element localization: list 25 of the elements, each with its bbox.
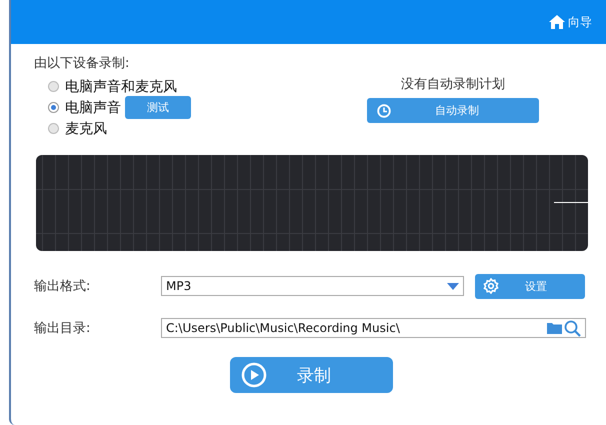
test-button[interactable]: 测试 <box>125 96 191 119</box>
option-label: 电脑声音和麦克风 <box>65 78 177 96</box>
settings-button[interactable]: 设置 <box>475 274 585 298</box>
record-button[interactable]: 录制 <box>230 357 393 393</box>
radio-button[interactable] <box>48 102 59 113</box>
schedule-status: 没有自动录制计划 <box>401 76 505 93</box>
source-label: 由以下设备录制: <box>34 55 130 72</box>
caret-icon <box>447 282 459 290</box>
folder-label: 输出目录: <box>34 320 92 337</box>
folder-field[interactable]: C:\Users\Public\Music\Recording Music\ <box>161 318 586 338</box>
radio-button[interactable] <box>48 123 59 134</box>
guide-link[interactable]: 向导 <box>568 14 592 30</box>
format-label: 输出格式: <box>34 278 92 295</box>
auto-record-button[interactable]: 自动录制 <box>367 98 539 123</box>
radio-button[interactable] <box>48 81 59 92</box>
search-icon[interactable] <box>564 320 581 336</box>
clock-icon <box>377 104 391 118</box>
option-label: 电脑声音 <box>65 98 121 116</box>
gear-icon <box>483 278 499 294</box>
format-dropdown[interactable]: MP3 <box>161 276 464 296</box>
play-icon <box>241 362 267 388</box>
option-label: 麦克风 <box>65 120 107 138</box>
home-icon[interactable] <box>549 15 565 29</box>
signal-line <box>554 202 588 203</box>
folder-icon[interactable] <box>547 322 562 334</box>
